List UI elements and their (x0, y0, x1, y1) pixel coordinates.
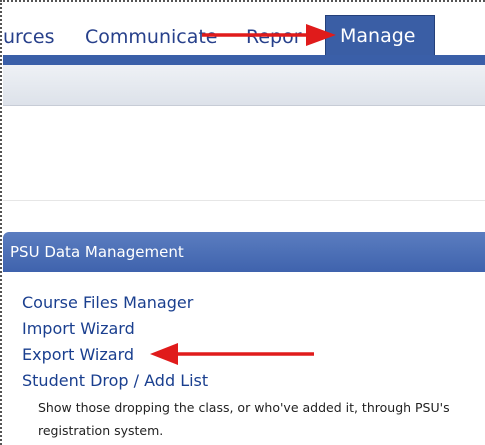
tab-resources[interactable]: urces (3, 19, 54, 55)
subnav-bar (3, 65, 485, 106)
nav-underline-bar (3, 55, 485, 65)
import-wizard-link[interactable]: Import Wizard (22, 316, 208, 342)
student-drop-add-list-link[interactable]: Student Drop / Add List (22, 368, 208, 394)
student-drop-add-description: Show those dropping the class, or who've… (38, 400, 450, 438)
panel-title: PSU Data Management (3, 232, 485, 272)
tab-communicate[interactable]: Communicate (85, 19, 218, 55)
annotation-arrow-right-icon (202, 24, 336, 46)
course-files-manager-link[interactable]: Course Files Manager (22, 290, 208, 316)
annotation-arrow-left-icon (150, 343, 314, 365)
content-divider (3, 200, 485, 201)
tab-manage[interactable]: Manage (325, 15, 435, 55)
